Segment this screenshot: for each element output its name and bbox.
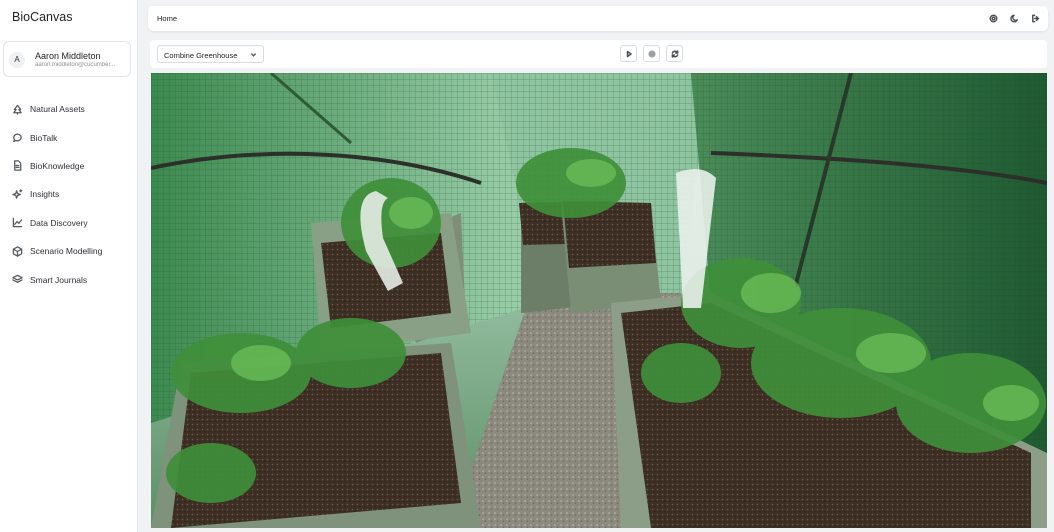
sidebar-item-label: BioKnowledge <box>30 160 85 171</box>
sparkle-icon <box>12 189 23 199</box>
sidebar-item-label: Smart Journals <box>30 274 88 285</box>
logout-icon[interactable] <box>1029 12 1042 25</box>
sidebar-item-bioknowledge[interactable]: BioKnowledge <box>0 152 138 180</box>
document-icon <box>14 160 22 172</box>
top-bar: Home <box>148 6 1048 31</box>
sidebar-item-label: Data Discovery <box>30 217 88 228</box>
chart-line-icon <box>12 217 23 228</box>
greenhouse-scan <box>151 73 1047 528</box>
chevron-down-icon <box>250 53 257 57</box>
cube-icon <box>12 245 23 257</box>
sidebar-item-data-discovery[interactable]: Data Discovery <box>0 209 138 237</box>
sidebar-item-label: Scenario Modelling <box>30 246 103 257</box>
sidebar-nav: Natural Assets BioTalk BioKnowledge Insi… <box>0 95 138 294</box>
record-button[interactable] <box>643 45 660 62</box>
top-bar-actions <box>987 12 1042 25</box>
3d-viewport[interactable] <box>151 73 1047 528</box>
sidebar-item-insights[interactable]: Insights <box>0 180 138 208</box>
refresh-icon <box>671 49 678 58</box>
breadcrumb[interactable]: Home <box>157 14 177 23</box>
user-profile-card[interactable]: A Aaron Middleton aaron.middleton@cucumb… <box>3 41 131 77</box>
sidebar-item-label: Natural Assets <box>30 104 85 115</box>
site-select[interactable]: Combine Greenhouse <box>157 45 264 63</box>
play-icon <box>626 50 632 57</box>
sidebar: BioCanvas A Aaron Middleton aaron.middle… <box>0 0 138 532</box>
avatar: A <box>9 52 25 68</box>
sidebar-item-biotalk[interactable]: BioTalk <box>0 123 138 151</box>
settings-icon[interactable] <box>987 12 1000 25</box>
sidebar-item-smart-journals[interactable]: Smart Journals <box>0 265 138 293</box>
layers-icon <box>12 274 23 283</box>
sidebar-item-label: Insights <box>30 189 60 200</box>
app-brand: BioCanvas <box>12 10 73 24</box>
play-button[interactable] <box>620 45 637 62</box>
user-email: aaron.middleton@cucumber... <box>35 62 116 68</box>
refresh-button[interactable] <box>666 45 683 62</box>
site-select-value: Combine Greenhouse <box>164 50 238 60</box>
viewer-toolbar: Combine Greenhouse <box>150 40 1047 68</box>
sidebar-item-natural-assets[interactable]: Natural Assets <box>0 95 138 123</box>
chat-icon <box>13 133 22 143</box>
sidebar-item-label: BioTalk <box>30 132 58 143</box>
sidebar-item-scenario-modelling[interactable]: Scenario Modelling <box>0 237 138 265</box>
tree-icon <box>13 104 22 115</box>
user-name: Aaron Middleton <box>35 51 101 61</box>
moon-icon[interactable] <box>1008 12 1021 25</box>
record-icon <box>647 49 656 58</box>
